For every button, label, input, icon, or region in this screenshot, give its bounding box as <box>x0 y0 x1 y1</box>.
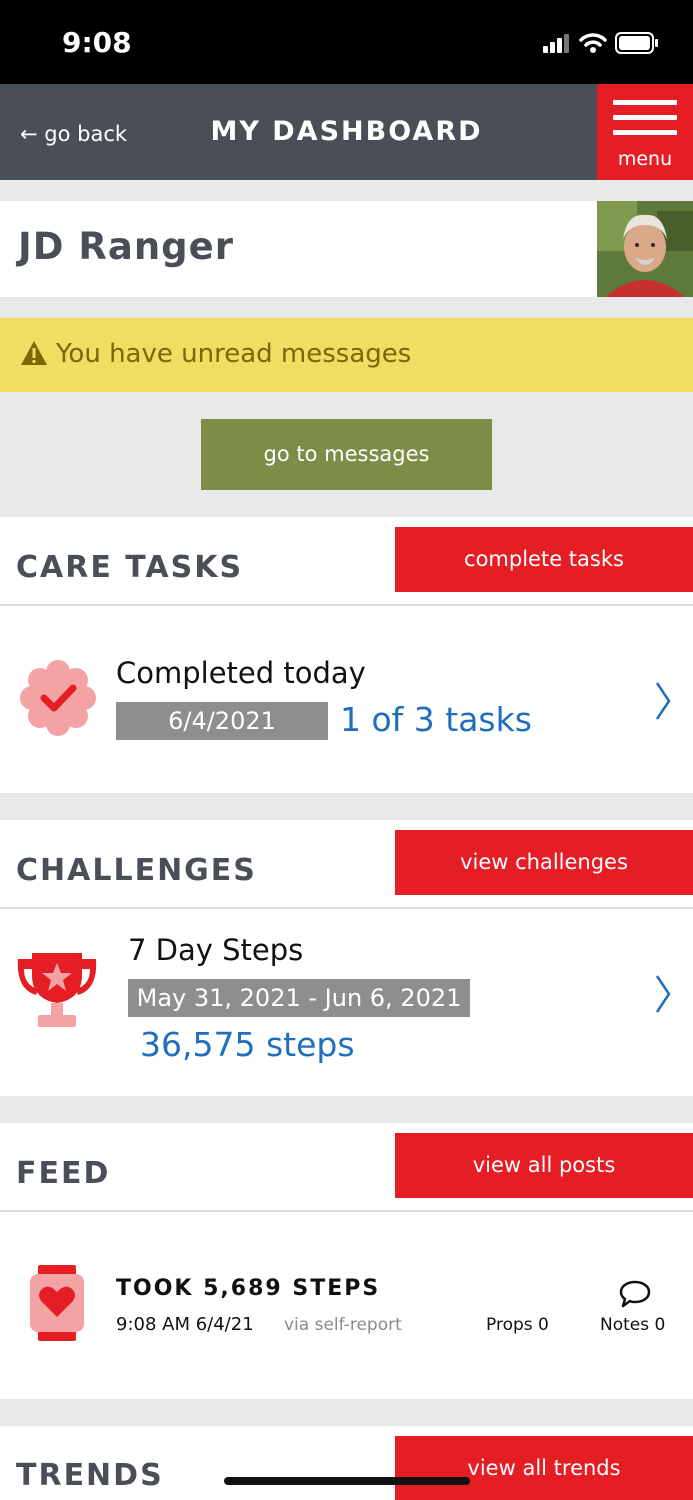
status-bar: 9:08 <box>0 0 693 84</box>
section-title: CHALLENGES <box>16 853 257 888</box>
trends-section: TRENDS view all trends <box>0 1426 693 1500</box>
app-header: ← go back MY DASHBOARD menu <box>0 84 693 180</box>
status-icons <box>543 32 659 54</box>
challenges-header: CHALLENGES view challenges <box>0 820 693 908</box>
post-timestamp: 9:08 AM 6/4/21 <box>116 1314 254 1335</box>
speech-bubble-icon[interactable] <box>618 1279 652 1309</box>
wifi-icon <box>579 33 607 53</box>
unread-messages-alert: You have unread messages <box>0 318 693 392</box>
challenge-steps: 36,575 steps <box>140 1025 355 1064</box>
page-title: MY DASHBOARD <box>210 116 483 147</box>
smartwatch-heart-icon <box>30 1265 84 1341</box>
hamburger-icon <box>613 100 677 145</box>
challenge-date-range: May 31, 2021 - Jun 6, 2021 <box>128 979 470 1017</box>
chevron-right-icon <box>655 975 671 1013</box>
status-time: 9:08 <box>62 26 132 59</box>
warning-icon <box>21 341 47 365</box>
go-to-messages-button[interactable]: go to messages <box>201 419 492 490</box>
post-source: via self-report <box>284 1315 402 1335</box>
checkmark-badge-icon <box>20 660 96 736</box>
alert-text: You have unread messages <box>56 339 412 369</box>
battery-icon <box>615 32 658 54</box>
signal-icon <box>543 34 569 53</box>
challenge-card[interactable]: 7 Day Steps May 31, 2021 - Jun 6, 2021 3… <box>0 909 693 1096</box>
section-title: FEED <box>16 1156 111 1191</box>
menu-button[interactable]: menu <box>597 84 693 180</box>
post-title: TOOK 5,689 STEPS <box>116 1276 381 1301</box>
section-title: TRENDS <box>16 1458 164 1493</box>
trophy-icon <box>17 953 97 1027</box>
feed-section: FEED view all posts TOOK 5,689 STEPS 9:0… <box>0 1123 693 1399</box>
care-tasks-header: CARE TASKS complete tasks <box>0 517 693 605</box>
avatar[interactable] <box>597 201 693 297</box>
care-tasks-card[interactable]: Completed today 6/4/2021 1 of 3 tasks <box>0 606 693 793</box>
props-button[interactable]: Props 0 <box>486 1315 549 1335</box>
user-name: JD Ranger <box>18 225 234 268</box>
care-tasks-section: CARE TASKS complete tasks Completed toda… <box>0 517 693 793</box>
complete-tasks-button[interactable]: complete tasks <box>395 527 693 592</box>
task-date: 6/4/2021 <box>116 702 328 740</box>
feed-header: FEED view all posts <box>0 1123 693 1211</box>
chevron-right-icon <box>655 682 671 720</box>
task-progress: 1 of 3 tasks <box>340 700 532 739</box>
view-challenges-button[interactable]: view challenges <box>395 830 693 895</box>
home-indicator[interactable] <box>224 1477 470 1485</box>
view-all-trends-button[interactable]: view all trends <box>395 1436 693 1500</box>
completed-today-label: Completed today <box>116 656 366 690</box>
section-title: CARE TASKS <box>16 550 244 585</box>
profile-bar: JD Ranger <box>0 201 693 297</box>
notes-button[interactable]: Notes 0 <box>600 1315 665 1335</box>
feed-post[interactable]: TOOK 5,689 STEPS 9:08 AM 6/4/21 via self… <box>0 1212 693 1399</box>
challenge-name: 7 Day Steps <box>128 933 304 967</box>
menu-label: menu <box>617 148 673 170</box>
view-all-posts-button[interactable]: view all posts <box>395 1133 693 1198</box>
challenges-section: CHALLENGES view challenges 7 Day Steps M… <box>0 820 693 1096</box>
